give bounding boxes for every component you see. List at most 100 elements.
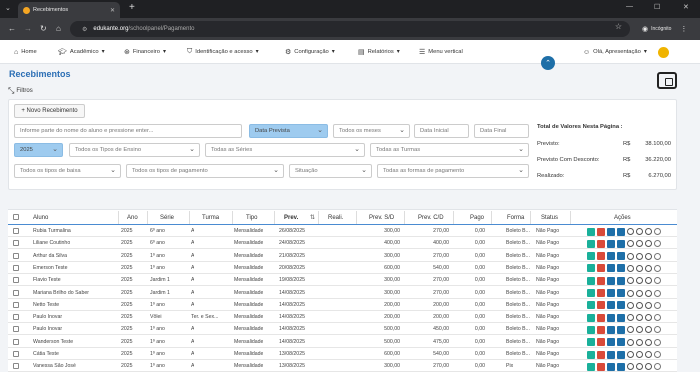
- close-tab-icon[interactable]: ✕: [110, 7, 115, 14]
- trash-icon[interactable]: [654, 252, 661, 260]
- add-icon[interactable]: [587, 276, 595, 285]
- back-icon[interactable]: ←: [8, 18, 16, 40]
- row-checkbox[interactable]: [13, 326, 19, 333]
- nav-identificacao[interactable]: ⛉ Identificação e acesso ▾: [187, 40, 259, 64]
- write-off-type-select[interactable]: Todos os tipos de baixa: [14, 164, 121, 178]
- search-icon[interactable]: [645, 264, 652, 272]
- add-icon[interactable]: [587, 325, 595, 334]
- link-icon[interactable]: [636, 277, 643, 285]
- barcode-icon[interactable]: [597, 301, 605, 310]
- card-icon[interactable]: [607, 362, 615, 371]
- barcode-icon[interactable]: [597, 289, 605, 297]
- link-icon[interactable]: [627, 228, 634, 235]
- filters-toggle[interactable]: ⤡ Filtros: [8, 86, 33, 96]
- link-icon[interactable]: [636, 338, 643, 346]
- new-tab-button[interactable]: +: [129, 2, 135, 13]
- month-select[interactable]: Todos os meses: [333, 124, 410, 138]
- row-checkbox[interactable]: [13, 338, 19, 345]
- col-reali[interactable]: Reali.: [328, 211, 343, 224]
- col-turma[interactable]: Turma: [202, 211, 219, 224]
- barcode-icon[interactable]: [597, 227, 605, 236]
- class-select[interactable]: Todas as Turmas: [370, 143, 529, 157]
- maximize-button[interactable]: ☐: [654, 3, 660, 11]
- avatar[interactable]: [657, 46, 669, 58]
- search-icon[interactable]: [645, 252, 652, 260]
- trash-icon[interactable]: [654, 277, 661, 285]
- row-checkbox[interactable]: [13, 363, 19, 370]
- table-row[interactable]: Paulo Inovar 2025 1º ano A Mensalidade 14/08/…: [8, 324, 677, 336]
- tab-search-icon[interactable]: ⌄: [5, 4, 11, 12]
- nav-home[interactable]: ⌂ Home: [14, 40, 37, 64]
- link-icon[interactable]: [627, 289, 634, 297]
- barcode-icon[interactable]: [597, 325, 605, 334]
- nav-academico[interactable]: 🎓︎ Acadêmico ▾: [58, 40, 105, 64]
- add-icon[interactable]: [587, 362, 595, 371]
- card-icon[interactable]: [607, 239, 615, 248]
- link-icon[interactable]: [627, 277, 634, 285]
- table-row[interactable]: Rubia Turmalina 2025 6º ano A Mensalidade 26/…: [8, 226, 677, 237]
- add-icon[interactable]: [587, 227, 595, 236]
- col-tipo[interactable]: Tipo: [246, 211, 257, 224]
- barcode-icon[interactable]: [597, 338, 605, 347]
- row-checkbox[interactable]: [13, 351, 19, 357]
- link-icon[interactable]: [636, 240, 643, 248]
- barcode-icon[interactable]: [597, 276, 605, 285]
- more-menu-icon[interactable]: ⋮: [680, 25, 687, 33]
- date-type-select[interactable]: Data Prevista: [249, 124, 328, 138]
- card-icon[interactable]: [607, 227, 615, 236]
- table-row[interactable]: Arthur da Silva 2025 1º ano A Mensalidade 21/…: [8, 251, 677, 262]
- year-select[interactable]: 2025: [14, 143, 63, 157]
- minimize-button[interactable]: —: [626, 3, 633, 10]
- gem-icon[interactable]: [617, 301, 625, 310]
- card-icon[interactable]: [607, 313, 615, 322]
- gem-icon[interactable]: [617, 239, 625, 248]
- payment-type-select[interactable]: Todos os tipos de pagamento: [126, 164, 284, 178]
- table-row[interactable]: Flavio Teste 2025 Jardim 1 A Mensalidade 19/0…: [8, 275, 677, 287]
- search-icon[interactable]: [645, 314, 652, 322]
- add-icon[interactable]: [587, 301, 595, 310]
- start-date-input[interactable]: Data Inicial: [414, 124, 469, 138]
- scroll-up-button[interactable]: ⌃: [541, 56, 555, 70]
- trash-icon[interactable]: [654, 301, 661, 309]
- forward-icon[interactable]: →: [24, 18, 32, 40]
- search-icon[interactable]: [645, 289, 652, 297]
- link-icon[interactable]: [627, 326, 634, 334]
- add-icon[interactable]: [587, 289, 595, 297]
- add-icon[interactable]: [587, 252, 595, 261]
- trash-icon[interactable]: [654, 314, 661, 322]
- exit-icon[interactable]: [657, 72, 677, 89]
- col-prev[interactable]: Prev.: [284, 211, 298, 224]
- incognito-indicator[interactable]: ◉ Incógnito ⋮: [642, 22, 687, 36]
- card-icon[interactable]: [607, 264, 615, 273]
- gem-icon[interactable]: [617, 276, 625, 285]
- link-icon[interactable]: [627, 252, 634, 260]
- add-icon[interactable]: [587, 313, 595, 322]
- col-aluno[interactable]: Aluno: [33, 211, 48, 224]
- add-icon[interactable]: [587, 338, 595, 347]
- trash-icon[interactable]: [654, 363, 661, 371]
- link-icon[interactable]: [636, 351, 643, 358]
- trash-icon[interactable]: [654, 326, 661, 334]
- col-prev-cd[interactable]: Prev. C/D: [418, 211, 444, 224]
- nav-relatorios[interactable]: ▤ Relatórios ▾: [358, 40, 400, 64]
- add-icon[interactable]: [587, 239, 595, 248]
- link-icon[interactable]: [627, 338, 634, 346]
- table-row[interactable]: Liliane Coutinho 2025 6º ano A Mensalidade 24…: [8, 238, 677, 250]
- row-checkbox[interactable]: [13, 277, 19, 284]
- row-checkbox[interactable]: [13, 240, 19, 247]
- link-icon[interactable]: [636, 264, 643, 272]
- trash-icon[interactable]: [654, 338, 661, 346]
- search-icon[interactable]: [645, 240, 652, 248]
- nav-financeiro[interactable]: ⊛ Financeiro ▾: [124, 40, 166, 64]
- gem-icon[interactable]: [617, 227, 625, 236]
- barcode-icon[interactable]: [597, 362, 605, 371]
- card-icon[interactable]: [607, 350, 615, 359]
- col-pago[interactable]: Pago: [470, 211, 484, 224]
- barcode-icon[interactable]: [597, 239, 605, 248]
- table-row[interactable]: Paulo Inovar 2025 Vôlei Ter. e Sex... Mensal…: [8, 312, 677, 324]
- card-icon[interactable]: [607, 301, 615, 310]
- col-prev-sd[interactable]: Prev. S/D: [369, 211, 394, 224]
- link-icon[interactable]: [636, 363, 643, 371]
- gem-icon[interactable]: [617, 264, 625, 273]
- col-status[interactable]: Status: [541, 211, 558, 224]
